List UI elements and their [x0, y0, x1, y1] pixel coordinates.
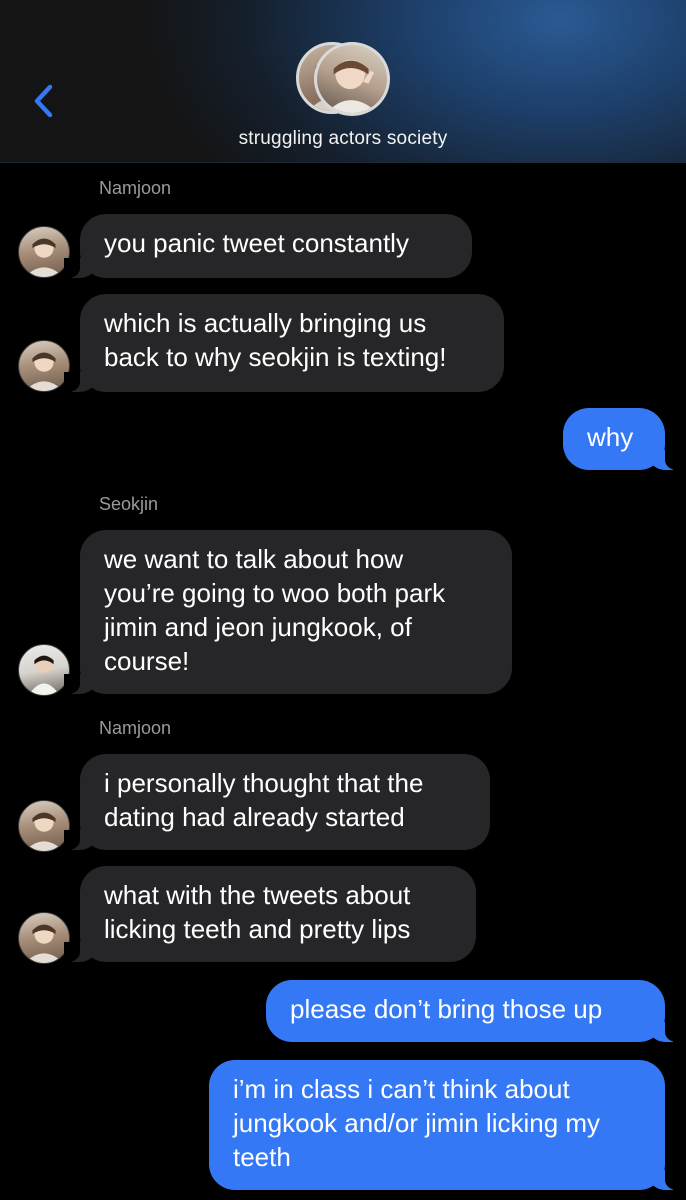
chevron-left-icon: [34, 84, 53, 118]
sender-name: Namjoon: [99, 178, 172, 198]
avatar[interactable]: [18, 340, 70, 392]
message-bubble[interactable]: what with the tweets about licking teeth…: [64, 866, 476, 962]
group-avatar[interactable]: [296, 42, 392, 118]
message-bubble[interactable]: please don’t bring those up: [266, 980, 681, 1042]
message-bubble[interactable]: i’m in class i can’t think about jungkoo…: [209, 1060, 681, 1190]
avatar[interactable]: [18, 912, 70, 964]
group-member-avatar: [314, 42, 390, 116]
avatar[interactable]: [18, 644, 70, 696]
message-text: i personally thought that the dating had…: [104, 768, 424, 832]
message-bubble[interactable]: why: [563, 408, 681, 470]
sender-name: Seokjin: [99, 494, 159, 514]
sender-name: Namjoon: [99, 718, 172, 738]
message-bubble[interactable]: which is actually bringing us back to wh…: [64, 294, 504, 392]
message-bubble[interactable]: we want to talk about how you’re going t…: [64, 530, 512, 694]
message-bubble[interactable]: i personally thought that the dating had…: [64, 754, 490, 850]
message-text: i’m in class i can’t think about jungkoo…: [233, 1074, 601, 1172]
message-text: we want to talk about how you’re going t…: [104, 544, 446, 676]
message-text: why: [587, 422, 634, 452]
message-text: you panic tweet constantly: [104, 228, 409, 258]
message-bubble[interactable]: you panic tweet constantly: [64, 214, 472, 278]
avatar[interactable]: [18, 226, 70, 278]
chat-title[interactable]: struggling actors society: [0, 128, 686, 150]
message-text: please don’t bring those up: [290, 994, 603, 1024]
avatar[interactable]: [18, 800, 70, 852]
back-button[interactable]: [28, 78, 68, 124]
message-text: what with the tweets about licking teeth…: [104, 880, 411, 944]
conversation-header: struggling actors society: [0, 0, 686, 163]
message-text: which is actually bringing us back to wh…: [104, 308, 447, 372]
